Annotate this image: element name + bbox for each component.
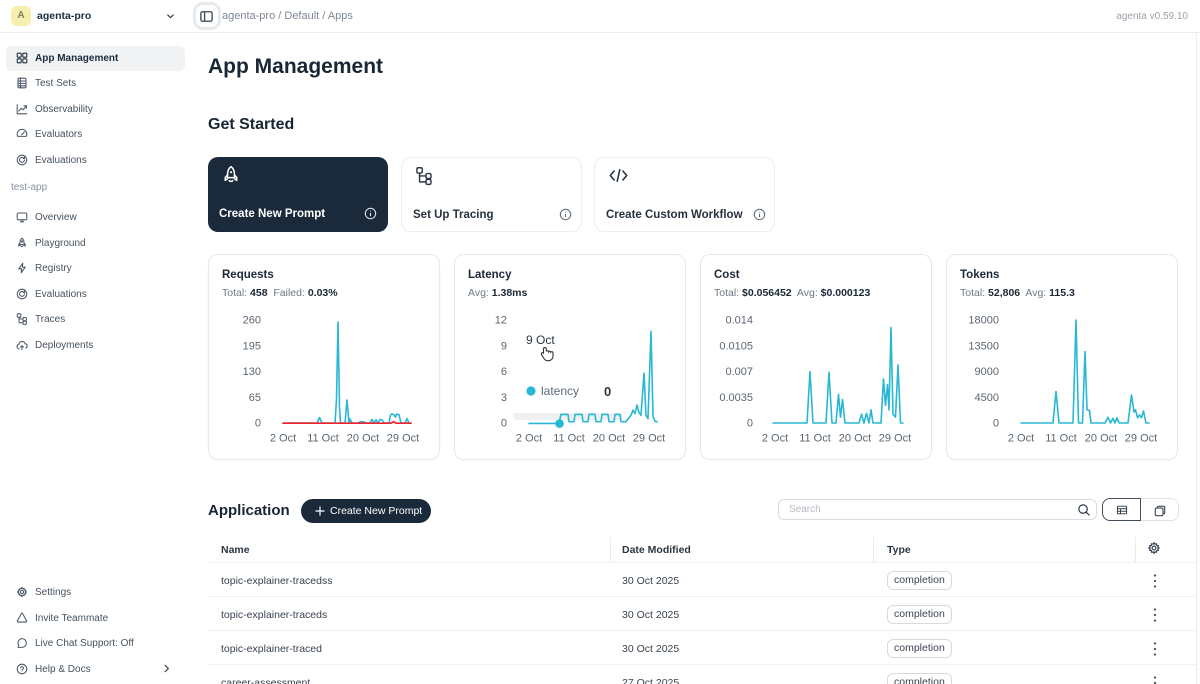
svg-text:9 Oct: 9 Oct xyxy=(526,333,555,347)
svg-text:0: 0 xyxy=(255,418,261,430)
svg-text:9: 9 xyxy=(501,340,507,352)
svg-text:260: 260 xyxy=(243,315,261,327)
svg-text:130: 130 xyxy=(243,366,261,378)
svg-text:13500: 13500 xyxy=(968,340,999,352)
svg-text:12: 12 xyxy=(495,315,507,327)
svg-text:0: 0 xyxy=(747,418,753,430)
svg-text:0.014: 0.014 xyxy=(725,315,753,327)
svg-text:11 Oct: 11 Oct xyxy=(307,433,339,445)
svg-text:3: 3 xyxy=(501,392,507,404)
svg-text:11 Oct: 11 Oct xyxy=(799,433,831,445)
svg-text:20 Oct: 20 Oct xyxy=(839,433,871,445)
svg-text:20 Oct: 20 Oct xyxy=(593,433,625,445)
svg-text:0: 0 xyxy=(993,418,999,430)
svg-text:29 Oct: 29 Oct xyxy=(633,433,665,445)
svg-text:18000: 18000 xyxy=(968,315,999,327)
svg-text:2 Oct: 2 Oct xyxy=(1008,433,1034,445)
svg-text:65: 65 xyxy=(249,392,261,404)
svg-text:29 Oct: 29 Oct xyxy=(879,433,911,445)
svg-text:6: 6 xyxy=(501,366,507,378)
svg-text:0.007: 0.007 xyxy=(725,366,753,378)
svg-text:0.0105: 0.0105 xyxy=(719,340,753,352)
svg-text:195: 195 xyxy=(243,340,261,352)
svg-text:29 Oct: 29 Oct xyxy=(387,433,419,445)
svg-text:20 Oct: 20 Oct xyxy=(347,433,379,445)
svg-text:2 Oct: 2 Oct xyxy=(516,433,542,445)
svg-text:9000: 9000 xyxy=(975,366,999,378)
svg-text:2 Oct: 2 Oct xyxy=(762,433,788,445)
svg-text:0: 0 xyxy=(604,384,611,399)
svg-text:latency: latency xyxy=(541,384,579,398)
svg-text:0.0035: 0.0035 xyxy=(719,392,753,404)
svg-text:29 Oct: 29 Oct xyxy=(1125,433,1157,445)
svg-text:11 Oct: 11 Oct xyxy=(1045,433,1077,445)
svg-text:11 Oct: 11 Oct xyxy=(553,433,585,445)
svg-text:2 Oct: 2 Oct xyxy=(270,433,296,445)
svg-text:4500: 4500 xyxy=(975,392,999,404)
svg-text:20 Oct: 20 Oct xyxy=(1085,433,1117,445)
svg-text:0: 0 xyxy=(501,418,507,430)
